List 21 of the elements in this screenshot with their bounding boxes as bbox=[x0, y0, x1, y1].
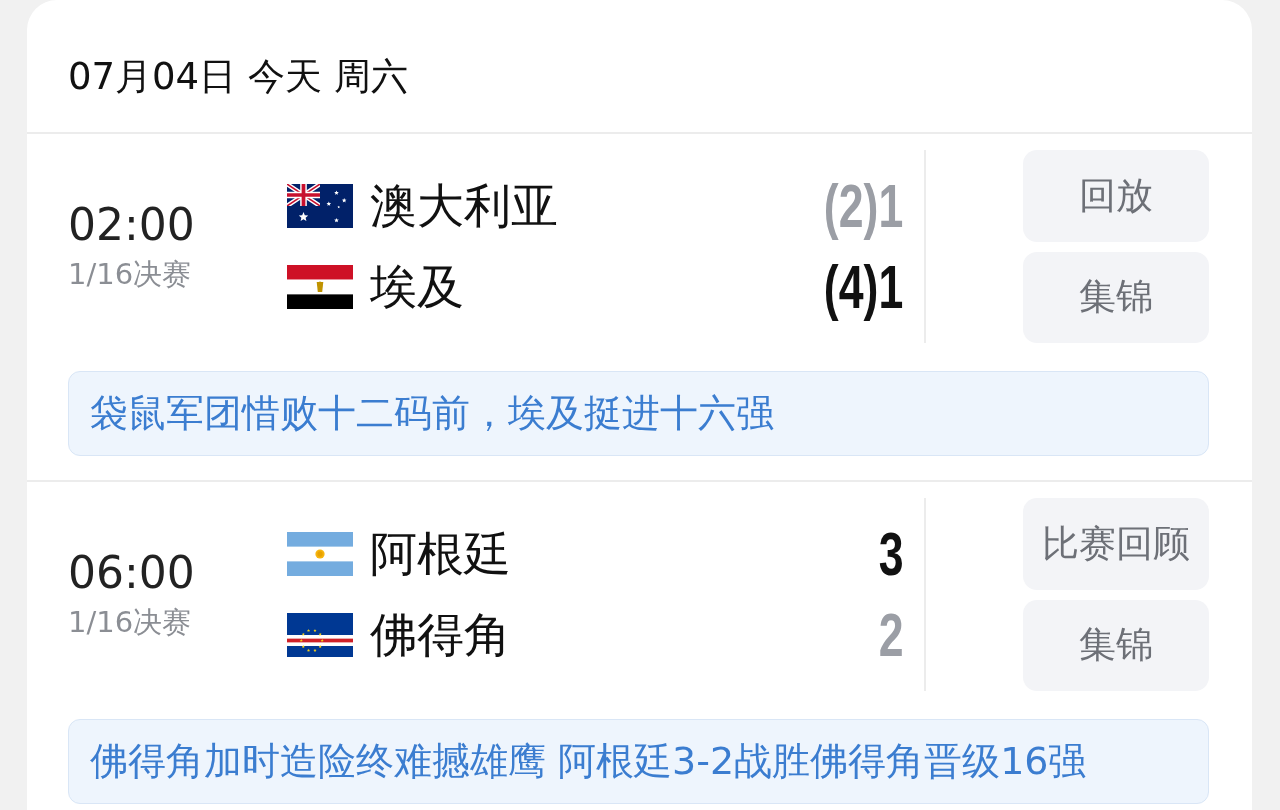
flag-icon bbox=[287, 613, 353, 657]
team-name: 阿根廷 bbox=[370, 525, 511, 583]
team-score: 3 bbox=[878, 523, 903, 585]
team-name: 澳大利亚 bbox=[370, 177, 558, 235]
team-name: 埃及 bbox=[370, 258, 464, 316]
video-button[interactable]: 回放 bbox=[1023, 150, 1209, 242]
flag-icon bbox=[287, 184, 353, 228]
video-button[interactable]: 集锦 bbox=[1023, 251, 1209, 343]
video-button[interactable]: 比赛回顾 bbox=[1023, 498, 1209, 590]
flag-icon bbox=[287, 265, 353, 309]
team-name: 佛得角 bbox=[370, 606, 511, 664]
video-button[interactable]: 集锦 bbox=[1023, 599, 1209, 691]
match-time: 06:00 bbox=[68, 548, 195, 598]
headline-banner[interactable]: 袋鼠军团惜败十二码前，埃及挺进十六强 bbox=[68, 371, 1209, 456]
match-stage: 1/16决赛 bbox=[68, 605, 192, 641]
headline-banner[interactable]: 佛得角加时造险终难撼雄鹰 阿根廷3-2战胜佛得角晋级16强 bbox=[68, 719, 1209, 804]
team-score: 2 bbox=[878, 604, 903, 666]
flag-icon bbox=[287, 532, 353, 576]
date-heading: 07月04日 今天 周六 bbox=[68, 54, 408, 100]
match-stage: 1/16决赛 bbox=[68, 257, 192, 293]
match-time: 02:00 bbox=[68, 200, 195, 250]
